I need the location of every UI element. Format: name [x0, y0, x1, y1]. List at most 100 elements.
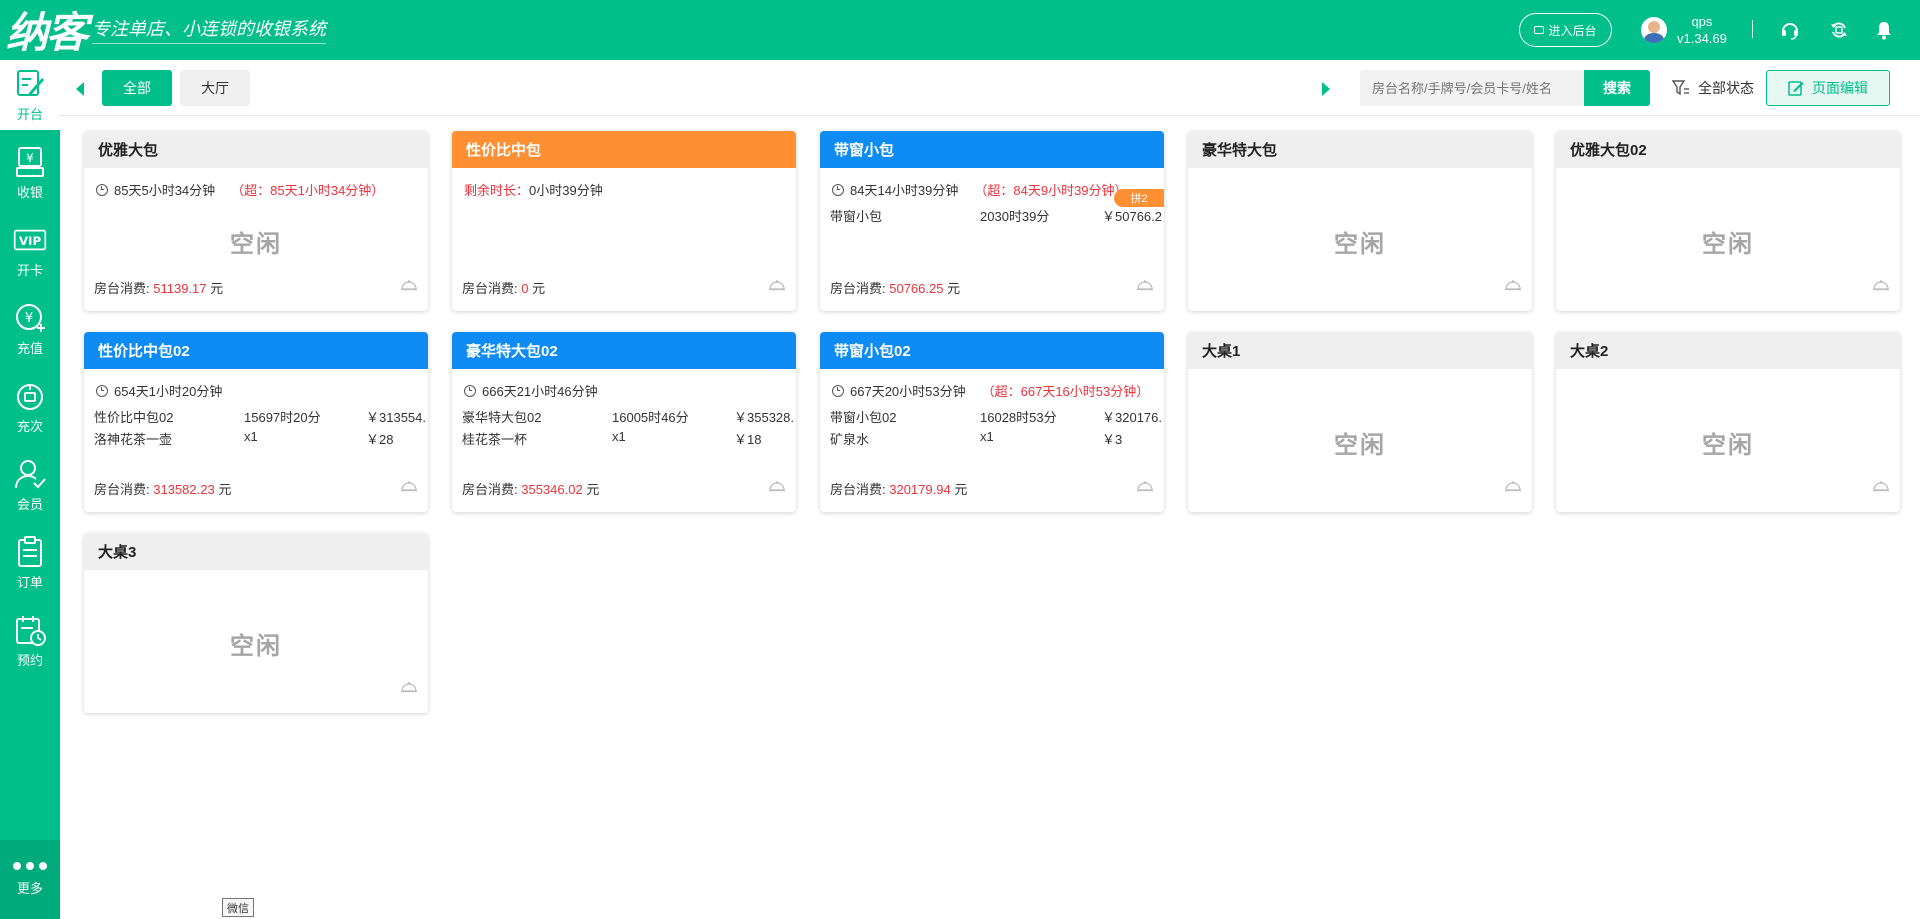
- table-card[interactable]: 豪华特大包 空闲: [1188, 131, 1532, 311]
- combined-badge: 拼2: [1114, 189, 1164, 207]
- tab-all-areas[interactable]: 全部: [102, 70, 172, 106]
- divider: [1752, 20, 1753, 38]
- service-bell-icon[interactable]: [768, 480, 786, 492]
- table-card[interactable]: 豪华特大包02 666天21小时46分钟 豪华特大包02 16005时46分 ￥…: [452, 332, 796, 512]
- service-bell-icon[interactable]: [1872, 480, 1890, 492]
- enter-backend-label: 进入后台: [1548, 23, 1597, 38]
- idle-status: 空闲: [1334, 432, 1386, 459]
- sidebar-item-reservation[interactable]: 预约: [0, 606, 60, 676]
- search-input[interactable]: [1360, 70, 1584, 106]
- sidebar-item-label: 订单: [16, 575, 43, 590]
- vip-card-icon: VIP: [13, 229, 47, 251]
- page-edit-button[interactable]: 页面编辑: [1766, 70, 1890, 106]
- elapsed-time: 85天5小时34分钟: [114, 183, 216, 198]
- service-bell-icon[interactable]: [768, 279, 786, 291]
- overtime-text: （超：85天1小时34分钟）: [231, 183, 385, 198]
- sidebar-item-label: 开台: [16, 107, 43, 122]
- scroll-right-arrow-icon[interactable]: [1322, 82, 1330, 96]
- user-name: qps: [1691, 14, 1713, 29]
- table-name: 带窗小包02: [820, 332, 1164, 369]
- overtime-text: （超：84天9小时39分钟）: [974, 183, 1128, 198]
- scroll-left-arrow-icon[interactable]: [76, 82, 84, 96]
- table-card[interactable]: 优雅大包02 空闲: [1556, 131, 1900, 311]
- sidebar-item-open-card[interactable]: VIP 开卡: [0, 216, 60, 286]
- service-bell-icon[interactable]: [1872, 279, 1890, 291]
- top-bar: 纳客 专注单店、小连锁的收银系统 进入后台 qps v1.34.69: [0, 0, 1920, 60]
- search-button[interactable]: 搜索: [1584, 70, 1650, 106]
- table-card[interactable]: 大桌1 空闲: [1188, 332, 1532, 512]
- sidebar-item-cashier[interactable]: ¥ 收银: [0, 138, 60, 208]
- avatar: [1641, 17, 1667, 43]
- usage-timer: 84天14小时39分钟 （超：84天9小时39分钟）: [832, 180, 1128, 199]
- table-name: 性价比中包02: [84, 332, 428, 369]
- idle-status: 空闲: [230, 231, 282, 258]
- status-filter[interactable]: 全部状态: [1672, 70, 1754, 106]
- usage-timer: 85天5小时34分钟 （超：85天1小时34分钟）: [96, 180, 384, 199]
- idle-status: 空闲: [230, 633, 282, 660]
- service-bell-icon[interactable]: [1136, 480, 1154, 492]
- table-name: 带窗小包: [820, 131, 1164, 168]
- more-label: 更多: [16, 881, 43, 896]
- service-bell-icon[interactable]: [400, 279, 418, 291]
- clock-icon: [96, 384, 108, 397]
- bell-icon[interactable]: [1874, 20, 1894, 40]
- brand-slogan: 专注单店、小连锁的收银系统: [92, 15, 327, 44]
- consumption-amount: 51139.17: [153, 281, 207, 296]
- app-version: v1.34.69: [1677, 31, 1727, 46]
- table-card[interactable]: 优雅大包 85天5小时34分钟 （超：85天1小时34分钟） 空闲 房台消费: …: [84, 131, 428, 311]
- sidebar-item-open-table[interactable]: 开台: [0, 60, 60, 130]
- remaining-time: 剩余时长：0小时39分钟: [464, 180, 603, 199]
- usage-timer: 666天21小时46分钟: [464, 381, 598, 400]
- table-card[interactable]: 性价比中包 剩余时长：0小时39分钟 房台消费: 0 元: [452, 131, 796, 311]
- table-consumption: 房台消费: 355346.02 元: [462, 482, 600, 497]
- service-bell-icon[interactable]: [400, 480, 418, 492]
- table-consumption: 房台消费: 51139.17 元: [94, 281, 224, 296]
- consumption-amount: 320179.94: [889, 482, 951, 497]
- table-card[interactable]: 带窗小包02 667天20小时53分钟 （超：667天16小时53分钟） 带窗小…: [820, 332, 1164, 512]
- page-edit-label: 页面编辑: [1812, 80, 1868, 96]
- filter-icon: [1672, 80, 1689, 96]
- idle-status: 空闲: [1702, 432, 1754, 459]
- service-bell-icon[interactable]: [1136, 279, 1154, 291]
- refresh-icon[interactable]: [1829, 20, 1849, 40]
- enter-backend-button[interactable]: 进入后台: [1519, 13, 1612, 47]
- reservation-icon: [16, 616, 46, 646]
- sidebar-item-label: 收银: [16, 185, 43, 200]
- table-name: 大桌3: [84, 533, 428, 570]
- recharge-icon: ¥: [16, 304, 45, 332]
- tooltip: 微信: [222, 898, 254, 917]
- table-card[interactable]: 大桌2 空闲: [1556, 332, 1900, 512]
- service-bell-icon[interactable]: [400, 681, 418, 693]
- remaining-label: 剩余时长：: [464, 183, 530, 198]
- tab-hall[interactable]: 大厅: [180, 70, 250, 106]
- table-name: 性价比中包: [452, 131, 796, 168]
- consumption-amount: 355346.02: [521, 482, 583, 497]
- sidebar-item-orders[interactable]: 订单: [0, 528, 60, 598]
- usage-timer: 654天1小时20分钟: [96, 381, 222, 400]
- filter-label: 全部状态: [1698, 80, 1754, 96]
- headset-icon[interactable]: [1780, 20, 1800, 40]
- sidebar: 开台 ¥ 收银 VIP 开卡 ¥ 充值 充次 会员 订单 预约 更多: [0, 60, 60, 919]
- service-bell-icon[interactable]: [1504, 279, 1522, 291]
- sidebar-item-recharge-count[interactable]: 充次: [0, 372, 60, 442]
- sidebar-item-recharge[interactable]: ¥ 充值: [0, 294, 60, 364]
- table-name: 豪华特大包02: [452, 332, 796, 369]
- clock-icon: [832, 384, 844, 397]
- table-card[interactable]: 带窗小包 84天14小时39分钟 （超：84天9小时39分钟） 拼2 带窗小包 …: [820, 131, 1164, 311]
- table-consumption: 房台消费: 313582.23 元: [94, 482, 232, 497]
- more-dots-icon: [13, 862, 47, 870]
- table-consumption: 房台消费: 50766.25 元: [830, 281, 961, 296]
- idle-status: 空闲: [1702, 231, 1754, 258]
- more-button[interactable]: 更多: [0, 840, 60, 919]
- user-info[interactable]: qps v1.34.69: [1641, 10, 1727, 50]
- overtime-text: （超：667天16小时53分钟）: [981, 384, 1150, 399]
- service-bell-icon[interactable]: [1504, 480, 1522, 492]
- sidebar-item-label: 预约: [16, 653, 43, 668]
- table-name: 大桌2: [1556, 332, 1900, 369]
- table-card[interactable]: 大桌3 空闲: [84, 533, 428, 713]
- sidebar-item-member[interactable]: 会员: [0, 450, 60, 520]
- sidebar-item-label: 充次: [16, 419, 43, 434]
- table-card[interactable]: 性价比中包02 654天1小时20分钟 性价比中包02 15697时20分 ￥3…: [84, 332, 428, 512]
- usage-timer: 667天20小时53分钟 （超：667天16小时53分钟）: [832, 381, 1149, 400]
- svg-text:VIP: VIP: [19, 234, 42, 248]
